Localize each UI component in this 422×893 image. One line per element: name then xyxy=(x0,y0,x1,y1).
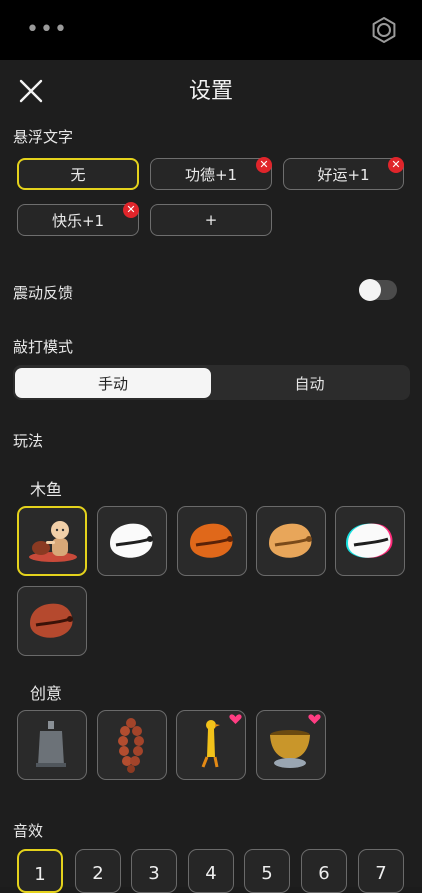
muyu-option-glitch[interactable] xyxy=(335,506,405,576)
sound-label: 音效 xyxy=(13,822,44,840)
add-label: + xyxy=(204,211,218,229)
floating-text-option-happy[interactable]: 快乐+1 xyxy=(17,204,139,236)
sound-option-6[interactable]: 6 xyxy=(301,849,347,893)
red-woodfish-icon xyxy=(30,603,73,638)
option-label: 快乐+1 xyxy=(51,211,105,230)
glitch-woodfish-icon xyxy=(346,523,393,558)
more-icon[interactable]: ••• xyxy=(26,18,68,42)
sound-option-7[interactable]: 7 xyxy=(358,849,404,893)
orange-woodfish-icon xyxy=(190,523,233,558)
option-label: 无 xyxy=(70,165,86,184)
remove-badge-icon[interactable]: ✕ xyxy=(388,157,404,173)
tap-mode-manual[interactable]: 手动 xyxy=(15,368,211,398)
creative-option-beads[interactable] xyxy=(97,710,167,780)
muyu-option-orange[interactable] xyxy=(177,506,247,576)
floating-text-option-merit[interactable]: 功德+1 xyxy=(150,158,272,190)
option-label: 功德+1 xyxy=(184,165,238,184)
target-icon[interactable] xyxy=(370,16,398,44)
sound-option-5[interactable]: 5 xyxy=(244,849,290,893)
remove-badge-icon[interactable]: ✕ xyxy=(256,157,272,173)
muyu-label: 木鱼 xyxy=(30,480,63,499)
tap-mode-auto[interactable]: 自动 xyxy=(211,368,408,398)
gameplay-label: 玩法 xyxy=(13,432,44,450)
sound-option-1[interactable]: 1 xyxy=(17,849,63,893)
muyu-option-tan[interactable] xyxy=(256,506,326,576)
remove-badge-icon[interactable]: ✕ xyxy=(123,202,139,218)
sound-option-4[interactable]: 4 xyxy=(188,849,234,893)
muyu-option-monk[interactable] xyxy=(17,506,87,576)
sound-option-3[interactable]: 3 xyxy=(131,849,177,893)
bell-icon xyxy=(36,721,66,767)
prayer-beads-icon xyxy=(118,718,144,773)
creative-option-bell[interactable] xyxy=(17,710,87,780)
sound-option-2[interactable]: 2 xyxy=(75,849,121,893)
option-label: 好运+1 xyxy=(317,165,370,184)
tan-woodfish-icon xyxy=(269,523,312,558)
favorite-heart-icon xyxy=(308,714,321,724)
floating-text-label: 悬浮文字 xyxy=(13,128,74,146)
muyu-option-white[interactable] xyxy=(97,506,167,576)
creative-label: 创意 xyxy=(30,684,63,703)
floating-text-option-luck[interactable]: 好运+1 xyxy=(283,158,404,190)
page-title: 设置 xyxy=(188,79,233,104)
monk-woodfish-icon xyxy=(29,521,77,562)
add-floating-text-button[interactable]: + xyxy=(150,204,272,236)
floating-text-option-none[interactable]: 无 xyxy=(17,158,139,190)
white-woodfish-icon xyxy=(110,523,153,558)
muyu-option-red[interactable] xyxy=(17,586,87,656)
tap-mode-label: 敲打模式 xyxy=(13,338,74,356)
vibration-label: 震动反馈 xyxy=(13,284,74,302)
favorite-heart-icon xyxy=(229,714,242,724)
toggle-knob xyxy=(359,279,381,301)
